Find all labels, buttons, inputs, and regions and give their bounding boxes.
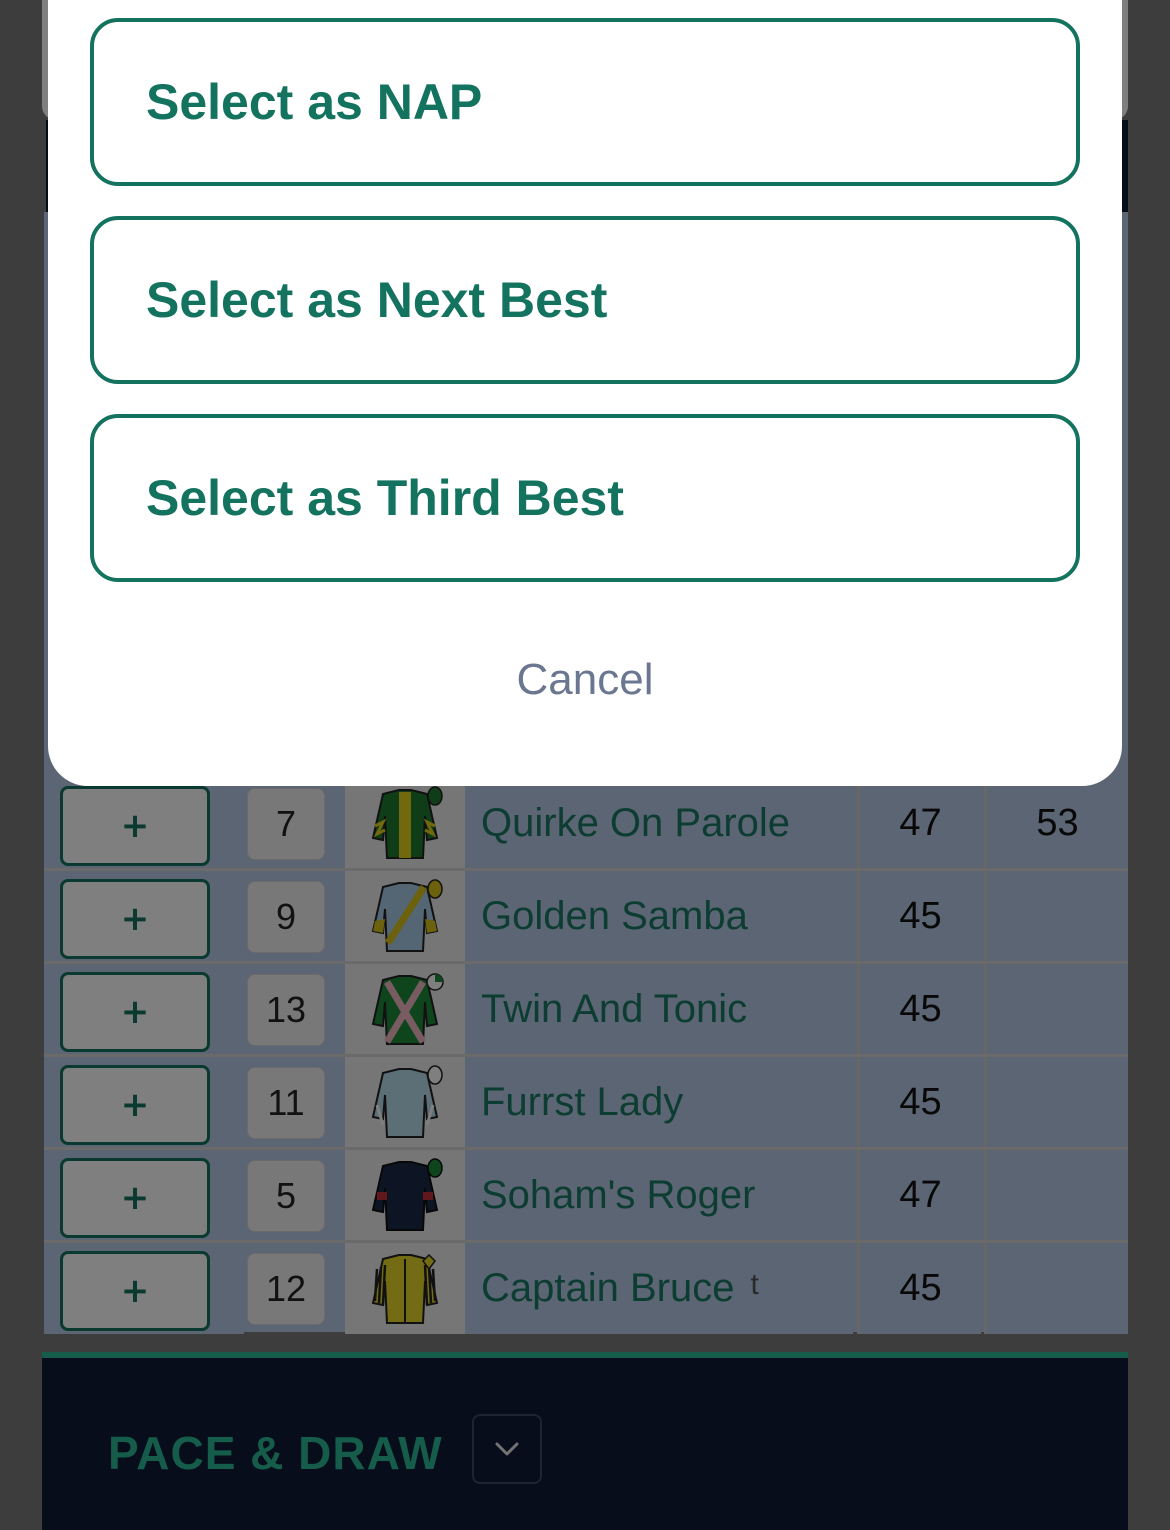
- select-next-best-button[interactable]: Select as Next Best: [90, 216, 1080, 384]
- select-nap-button[interactable]: Select as NAP: [90, 18, 1080, 186]
- selection-action-sheet: Select as NAP Select as Next Best Select…: [48, 0, 1122, 786]
- cancel-button[interactable]: Cancel: [48, 630, 1122, 730]
- select-third-best-button[interactable]: Select as Third Best: [90, 414, 1080, 582]
